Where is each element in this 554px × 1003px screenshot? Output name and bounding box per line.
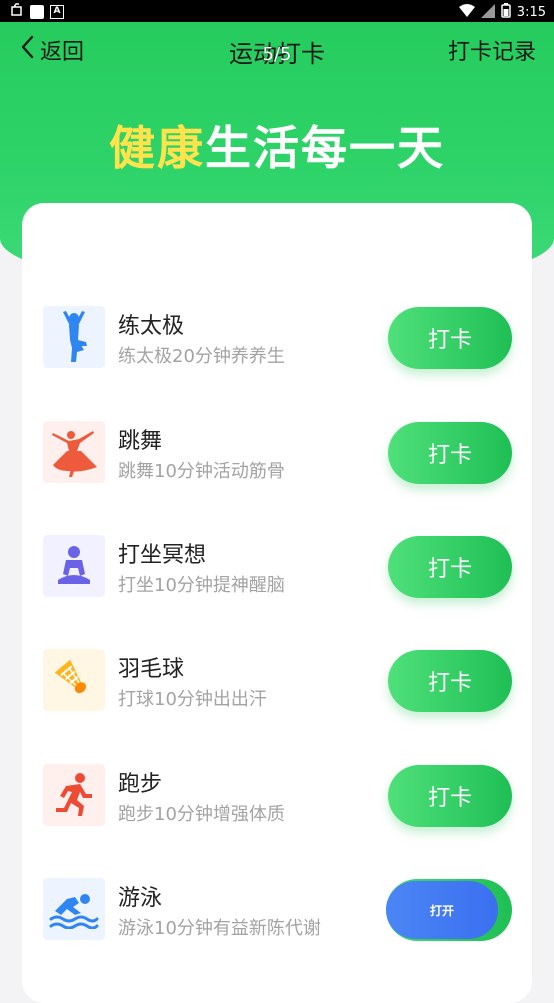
activity-title: 跳舞 [118,429,163,454]
status-bar: A 3:15 [0,0,554,22]
open-button-track[interactable]: 打开 [386,879,512,941]
activity-subtitle: 打坐10分钟提神醒脑 [118,575,285,596]
nav-bar: 返回 运动打卡 5/5 打卡记录 [0,22,554,74]
activity-subtitle: 游泳10分钟有益新陈代谢 [118,918,321,939]
checkin-button[interactable]: 打卡 [388,307,512,369]
status-time: 3:15 [516,5,546,20]
activity-item-meditation: 打坐冥想 打坐10分钟提神醒脑 打卡 [22,535,532,625]
slogan: 健康生活每一天 [0,112,554,178]
activity-item-tai-chi: 练太极 练太极20分钟养养生 打卡 [22,306,532,396]
notification-icon [10,3,24,21]
slogan-rest: 生活每一天 [205,121,445,175]
activity-subtitle: 练太极20分钟养养生 [118,346,285,367]
signal-icon [480,3,495,22]
activity-item-swimming: 游泳 游泳10分钟有益新陈代谢 打开 [22,878,532,968]
activity-title: 练太极 [118,314,185,339]
activity-item-badminton: 羽毛球 打球10分钟出出汗 打卡 [22,649,532,739]
swimming-icon [43,878,105,940]
activity-item-running: 跑步 跑步10分钟增强体质 打卡 [22,764,532,854]
shuttlecock-icon [43,649,105,711]
checkin-button[interactable]: 打卡 [388,536,512,598]
slogan-highlight: 健康 [109,121,205,175]
activity-card: 练太极 练太极20分钟养养生 打卡 跳舞 跳舞10分钟活动筋骨 打卡 打坐冥想 … [22,203,532,1003]
activity-subtitle: 打球10分钟出出汗 [118,689,267,710]
tai-chi-icon [43,306,105,368]
checkin-records-button[interactable]: 打卡记录 [448,34,536,66]
wifi-icon [458,3,475,22]
meditation-icon [43,535,105,597]
activity-title: 打坐冥想 [118,543,207,568]
open-button[interactable]: 打开 [386,881,498,939]
dance-icon [43,421,105,483]
activity-title: 游泳 [118,886,163,911]
running-icon [43,764,105,826]
activity-title: 跑步 [118,772,163,797]
activity-subtitle: 跳舞10分钟活动筋骨 [118,461,285,482]
checkin-button[interactable]: 打卡 [388,650,512,712]
activity-title: 羽毛球 [118,657,185,682]
battery-icon [501,3,511,22]
activity-item-dance: 跳舞 跳舞10分钟活动筋骨 打卡 [22,421,532,511]
a-icon: A [50,5,64,19]
square-icon [30,5,44,19]
activity-subtitle: 跑步10分钟增强体质 [118,804,285,825]
checkin-button[interactable]: 打卡 [388,422,512,484]
checkin-button[interactable]: 打卡 [388,765,512,827]
